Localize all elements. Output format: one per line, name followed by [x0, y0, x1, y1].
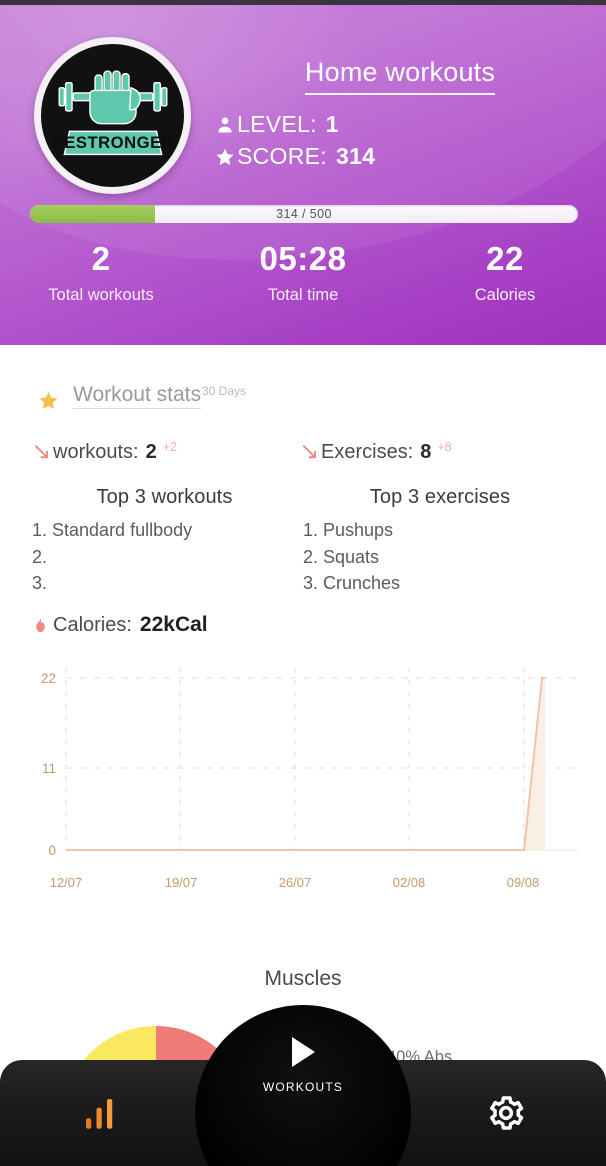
kpi-caption: Calories — [474, 285, 536, 304]
level-row: LEVEL: 1 — [215, 111, 339, 138]
play-icon — [291, 1037, 315, 1067]
score-row: SCORE: 314 — [215, 143, 375, 170]
y-axis-tick-label: 22 — [41, 671, 56, 686]
level-progress-bar: 314 / 500 — [30, 205, 578, 223]
section-title: Workout stats — [73, 383, 201, 409]
nav-stats-tab[interactable] — [0, 1060, 200, 1166]
kpi-value: 2 — [91, 240, 111, 277]
list-item: 2. — [32, 546, 48, 567]
exercises-count-row: Exercises: 8 +8 — [300, 440, 580, 464]
list-item: 3. — [32, 573, 48, 593]
chart-gridlines-vertical — [65, 668, 525, 850]
top-exercises-list: 1. Pushups 2. Squats 3. Crunches — [300, 517, 580, 597]
bestronger-logo-icon: BESTRONGER — [51, 69, 173, 155]
trend-arrow-icon — [35, 445, 48, 459]
workouts-value: 2 — [145, 441, 157, 463]
progress-label: 314 / 500 — [276, 207, 332, 221]
star-icon — [216, 148, 234, 165]
level-label: LEVEL: — [237, 111, 317, 137]
top-workouts-list: 1. Standard fullbody 2. 3. — [32, 517, 297, 597]
chart-line — [66, 677, 545, 851]
person-icon — [218, 117, 232, 132]
chart-area-fill — [66, 678, 545, 850]
app-title: Home workouts — [304, 57, 496, 95]
list-item: 3. Crunches — [303, 573, 401, 593]
avatar[interactable]: BESTRONGER — [34, 37, 191, 194]
level-value: 1 — [325, 111, 339, 137]
flame-icon — [36, 617, 45, 633]
exercises-column: Exercises: 8 +8 Top 3 exercises 1. Pushu… — [300, 440, 580, 597]
app-title-wrap: Home workouts — [210, 57, 590, 95]
y-axis-tick-label: 11 — [42, 761, 56, 776]
kpi-total-workouts: 2 Total workouts — [0, 240, 202, 330]
exercises-value: 8 — [420, 441, 432, 463]
calories-label: Calories: — [53, 613, 132, 636]
list-item: 1. Standard fullbody — [32, 520, 193, 540]
calories-line-chart-svg: 22 11 0 12/07 19/07 26/07 02/08 09/08 — [41, 668, 578, 890]
x-axis-tick-label: 19/07 — [165, 875, 198, 890]
muscles-title: Muscles — [264, 967, 342, 990]
calories-row: Calories: 22kCal — [32, 613, 208, 637]
list-item: 2. Squats — [303, 546, 380, 567]
profile-header: BESTRONGER Home workouts LEVEL: 1 SCORE:… — [0, 5, 606, 345]
list-item: 1. Pushups — [303, 520, 394, 540]
score-label: SCORE: — [237, 143, 327, 169]
gear-icon — [490, 1096, 524, 1130]
workout-stats-header: Workout stats30 Days — [38, 383, 246, 411]
top-exercises-title: Top 3 exercises — [369, 486, 511, 508]
calories-chart: 22 11 0 12/07 19/07 26/07 02/08 09/08 — [0, 650, 606, 900]
star-icon — [39, 391, 58, 409]
kpi-row: 2 Total workouts 05:28 Total time 22 Cal… — [0, 240, 606, 330]
chart-gridlines-horizontal — [66, 677, 578, 769]
top-workouts-title: Top 3 workouts — [96, 486, 233, 508]
exercises-label: Exercises: — [321, 441, 414, 463]
x-axis-tick-label: 09/08 — [507, 875, 540, 890]
x-axis-tick-label: 26/07 — [279, 875, 312, 890]
score-value: 314 — [335, 143, 376, 169]
x-axis-tick-label: 02/08 — [393, 875, 426, 890]
bar-chart-icon — [86, 1099, 113, 1129]
workouts-label: workouts: — [53, 441, 139, 463]
kpi-total-time: 05:28 Total time — [202, 240, 404, 330]
kpi-value: 05:28 — [259, 240, 347, 277]
svg-text:BESTRONGER: BESTRONGER — [51, 133, 173, 152]
x-axis-tick-label: 12/07 — [50, 875, 83, 890]
exercises-delta: +8 — [437, 440, 452, 454]
workouts-count-row: workouts: 2 +2 — [32, 440, 297, 464]
y-axis-tick-label: 0 — [48, 843, 56, 858]
trend-arrow-icon — [303, 445, 316, 459]
kpi-calories: 22 Calories — [404, 240, 606, 330]
section-period: 30 Days — [202, 383, 247, 398]
kpi-value: 22 — [486, 240, 524, 277]
kpi-caption: Total workouts — [48, 285, 154, 304]
kpi-caption: Total time — [267, 285, 339, 304]
workouts-delta: +2 — [162, 440, 177, 454]
workouts-column: workouts: 2 +2 Top 3 workouts 1. Standar… — [32, 440, 297, 597]
section-title-wrap: Workout stats30 Days — [73, 383, 247, 409]
workouts-fab-label: WORKOUTS — [262, 1080, 344, 1094]
nav-settings-tab[interactable] — [406, 1060, 606, 1166]
calories-value: 22kCal — [139, 613, 208, 636]
app-root: BESTRONGER Home workouts LEVEL: 1 SCORE:… — [0, 0, 606, 1166]
